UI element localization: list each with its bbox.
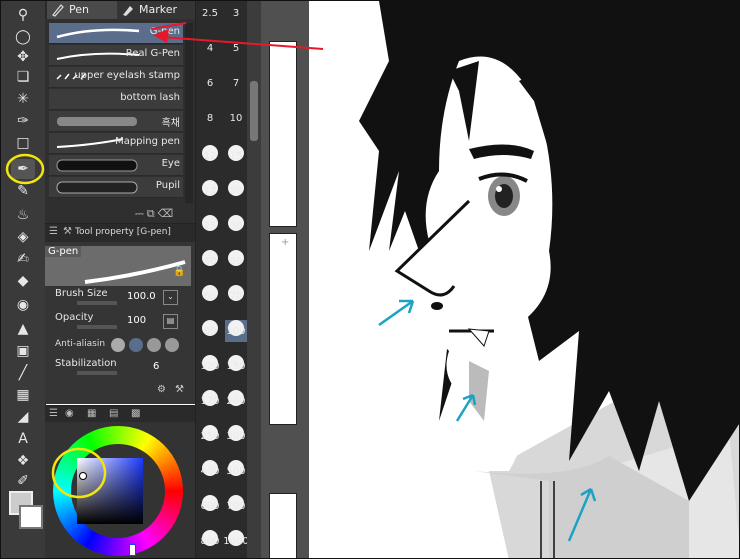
red-arrow — [160, 36, 324, 50]
cyan-arrow-neck — [567, 487, 597, 542]
red-arrowhead — [153, 29, 169, 43]
yellow-highlight-pen-tool — [5, 153, 45, 185]
yellow-highlight-color-picker — [51, 447, 107, 499]
red-arrow-tail — [150, 22, 187, 30]
annotation-overlay — [5, 22, 597, 542]
cyan-arrow-chin — [455, 393, 477, 422]
app-window: ⚲ ◯ ✥ ❏ ✳ ✑ □ ✒ ✎ ♨ ◈ ✍ ◆ ◉ ▲ ▣ ╱ ▦ ◢ A … — [0, 0, 740, 559]
cyan-arrow-nose — [378, 299, 415, 327]
